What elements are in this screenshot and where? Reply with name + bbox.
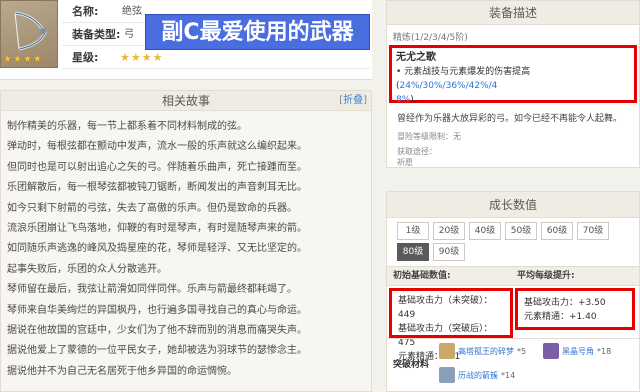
type-value: 弓: [124, 29, 134, 40]
level-tabs: 1级 20级 40级 50级 60级 70级 80级 90级: [387, 218, 640, 261]
horn-icon: [543, 343, 559, 359]
arrowhead-icon: [439, 367, 455, 383]
story-line: 如今只剩下射箭的弓弦，失去了高傲的乐声。但仍是致命的兵器。: [7, 202, 297, 214]
growth-stat-line: 基础攻击力：+3.50: [524, 298, 606, 308]
bow-icon: [14, 11, 47, 51]
passive-skill-box: 无尤之歌 • 元素战技与元素爆发的伤害提高(24%/30%/36%/42%/4 8…: [389, 45, 637, 105]
growth-stats-header: 平均每级提升:: [517, 271, 575, 281]
description-title: 装备描述: [387, 1, 639, 25]
story-line: 据说他爱上了蒙德的一位平民女子，她却被选为羽球节的瑟惨念主。: [7, 345, 307, 357]
material-item[interactable]: 黑晶号角 *18: [543, 343, 611, 359]
stats-panel: 成长数值 1级 20级 40级 50级 60级 70级 80级 90级 初始基础…: [386, 191, 640, 392]
story-line: 如同随乐声逃逸的峰风及捣星座的花，琴师是轻浮、又无比坚定的。: [7, 243, 307, 255]
type-label: 装备类型:: [72, 28, 121, 41]
base-stat-line: 基础攻击力（未突破）：449: [398, 296, 493, 320]
dream-shard-icon: [439, 343, 455, 359]
source-label: 获取途径：: [397, 147, 437, 156]
star-icon: ★: [3, 54, 12, 65]
weapon-info-card: ★ ★ ★ ★ 名称: 绝弦 装备类型: 弓 星级: ★★★★ 副C最爱使用的武…: [0, 0, 372, 80]
level-tab[interactable]: 70级: [577, 222, 609, 240]
star-icon: ★: [32, 54, 42, 65]
level-tab[interactable]: 40级: [469, 222, 501, 240]
level-tab[interactable]: 60级: [541, 222, 573, 240]
collapse-link[interactable]: 折叠: [343, 95, 363, 106]
base-stats-box: 基础攻击力（未突破）：449 基础攻击力（突破后）：475 元素精通：151: [389, 288, 513, 362]
skill-effect: • 元素战技与元素爆发的伤害提高(24%/30%/36%/42%/4 8%)。: [396, 67, 531, 105]
story-title: 相关故事: [161, 94, 210, 108]
material-item[interactable]: 高塔孤王的碎梦 *5: [439, 343, 526, 359]
growth-stat-line: 元素精通：+1.40: [524, 312, 597, 322]
story-line: 起事失败后，乐团的众人分散逃开。: [7, 263, 167, 275]
story-line: 据说在他故国的宫廷中，少女们为了他不辞而别的消息而痛哭失声。: [7, 324, 307, 336]
story-line: 弹动时，每根弦都在颤动中发声，流水一般的乐声就这么编织起来。: [7, 141, 307, 153]
story-line: 琴师留在最后，我弦让箭滑如同伴同伴。乐声与箭最终都耗竭了。: [7, 284, 297, 296]
portrait-rarity-stars: ★ ★ ★ ★: [3, 55, 42, 65]
weapon-wiki-page: ★ ★ ★ ★ 名称: 绝弦 装备类型: 弓 星级: ★★★★ 副C最爱使用的武…: [0, 0, 640, 392]
story-line: 流浪乐团崩让飞鸟落地，仰鞭的有时是琴声，有时是随琴声来的箭。: [7, 222, 307, 234]
skill-values: 24%/30%/36%/42%/4: [399, 81, 498, 91]
stats-title: 成长数值: [387, 192, 639, 218]
story-line: 乐团解散后，每一根琴弦都被钝刀锯断，断闻发出的声音刺耳无比。: [7, 182, 307, 194]
level-tab[interactable]: 1级: [397, 222, 429, 240]
story-text: 制作精美的乐器，每一节上都系着不同材料制成的弦。 弹动时，每根弦都在颤动中发声，…: [1, 111, 371, 382]
level-tab[interactable]: 50级: [505, 222, 537, 240]
description-panel: 装备描述 精炼(1/2/3/4/5阶) 无尤之歌 • 元素战技与元素爆发的伤害提…: [386, 0, 640, 168]
level-tab[interactable]: 90级: [433, 243, 465, 261]
material-item[interactable]: 历战的箭簇 *14: [439, 367, 515, 383]
materials-label: 突破材料: [393, 360, 430, 370]
refine-label: 精炼(1/2/3/4/5阶): [393, 33, 468, 43]
source-value: 祈愿: [397, 158, 413, 167]
story-line: 琴师来自华美绚烂的异国枫丹，也行遍多国寻找自己的真心与命运。: [7, 304, 307, 316]
name-value: 绝弦: [122, 6, 142, 17]
collapse-toggle[interactable]: [折叠]: [339, 91, 367, 111]
ascension-limit: 冒险等级限制：无: [397, 132, 461, 141]
base-stats-header: 初始基础数值:: [393, 271, 451, 281]
growth-stats-box: 基础攻击力：+3.50 元素精通：+1.40: [515, 288, 635, 330]
materials-section: 突破材料 高塔孤王的碎梦 *5 黑晶号角 *18 历战的箭簇 *14: [387, 338, 639, 392]
story-line: 制作精美的乐器，每一节上都系着不同材料制成的弦。: [7, 121, 247, 132]
story-line: 但同时也是可以射出追心之矢的弓。伴随着乐曲声，死亡接踵而至。: [7, 161, 307, 173]
highlight-banner: 副C最爱使用的武器: [145, 14, 370, 50]
name-label: 名称:: [72, 5, 99, 18]
stats-column-header: 初始基础数值: 平均每级提升:: [387, 266, 639, 286]
star-icon: ★: [12, 54, 22, 65]
rarity-label: 星级:: [72, 51, 99, 64]
skill-name: 无尤之歌: [396, 52, 436, 63]
star-icon: ★: [22, 54, 32, 65]
story-line: 据说他并不为自己无名居死于他乡异国的命运惆惋。: [7, 365, 237, 377]
weapon-portrait: ★ ★ ★ ★: [0, 0, 58, 68]
story-header: 相关故事 [折叠]: [1, 91, 371, 111]
level-tab[interactable]: 20级: [433, 222, 465, 240]
story-panel: 相关故事 [折叠] 制作精美的乐器，每一节上都系着不同材料制成的弦。 弹动时，每…: [0, 90, 372, 392]
level-tab-active[interactable]: 80级: [397, 243, 429, 261]
flavor-text: 曾经作为乐器大放异彩的弓。如今已经不再能令人起舞。: [397, 114, 623, 124]
